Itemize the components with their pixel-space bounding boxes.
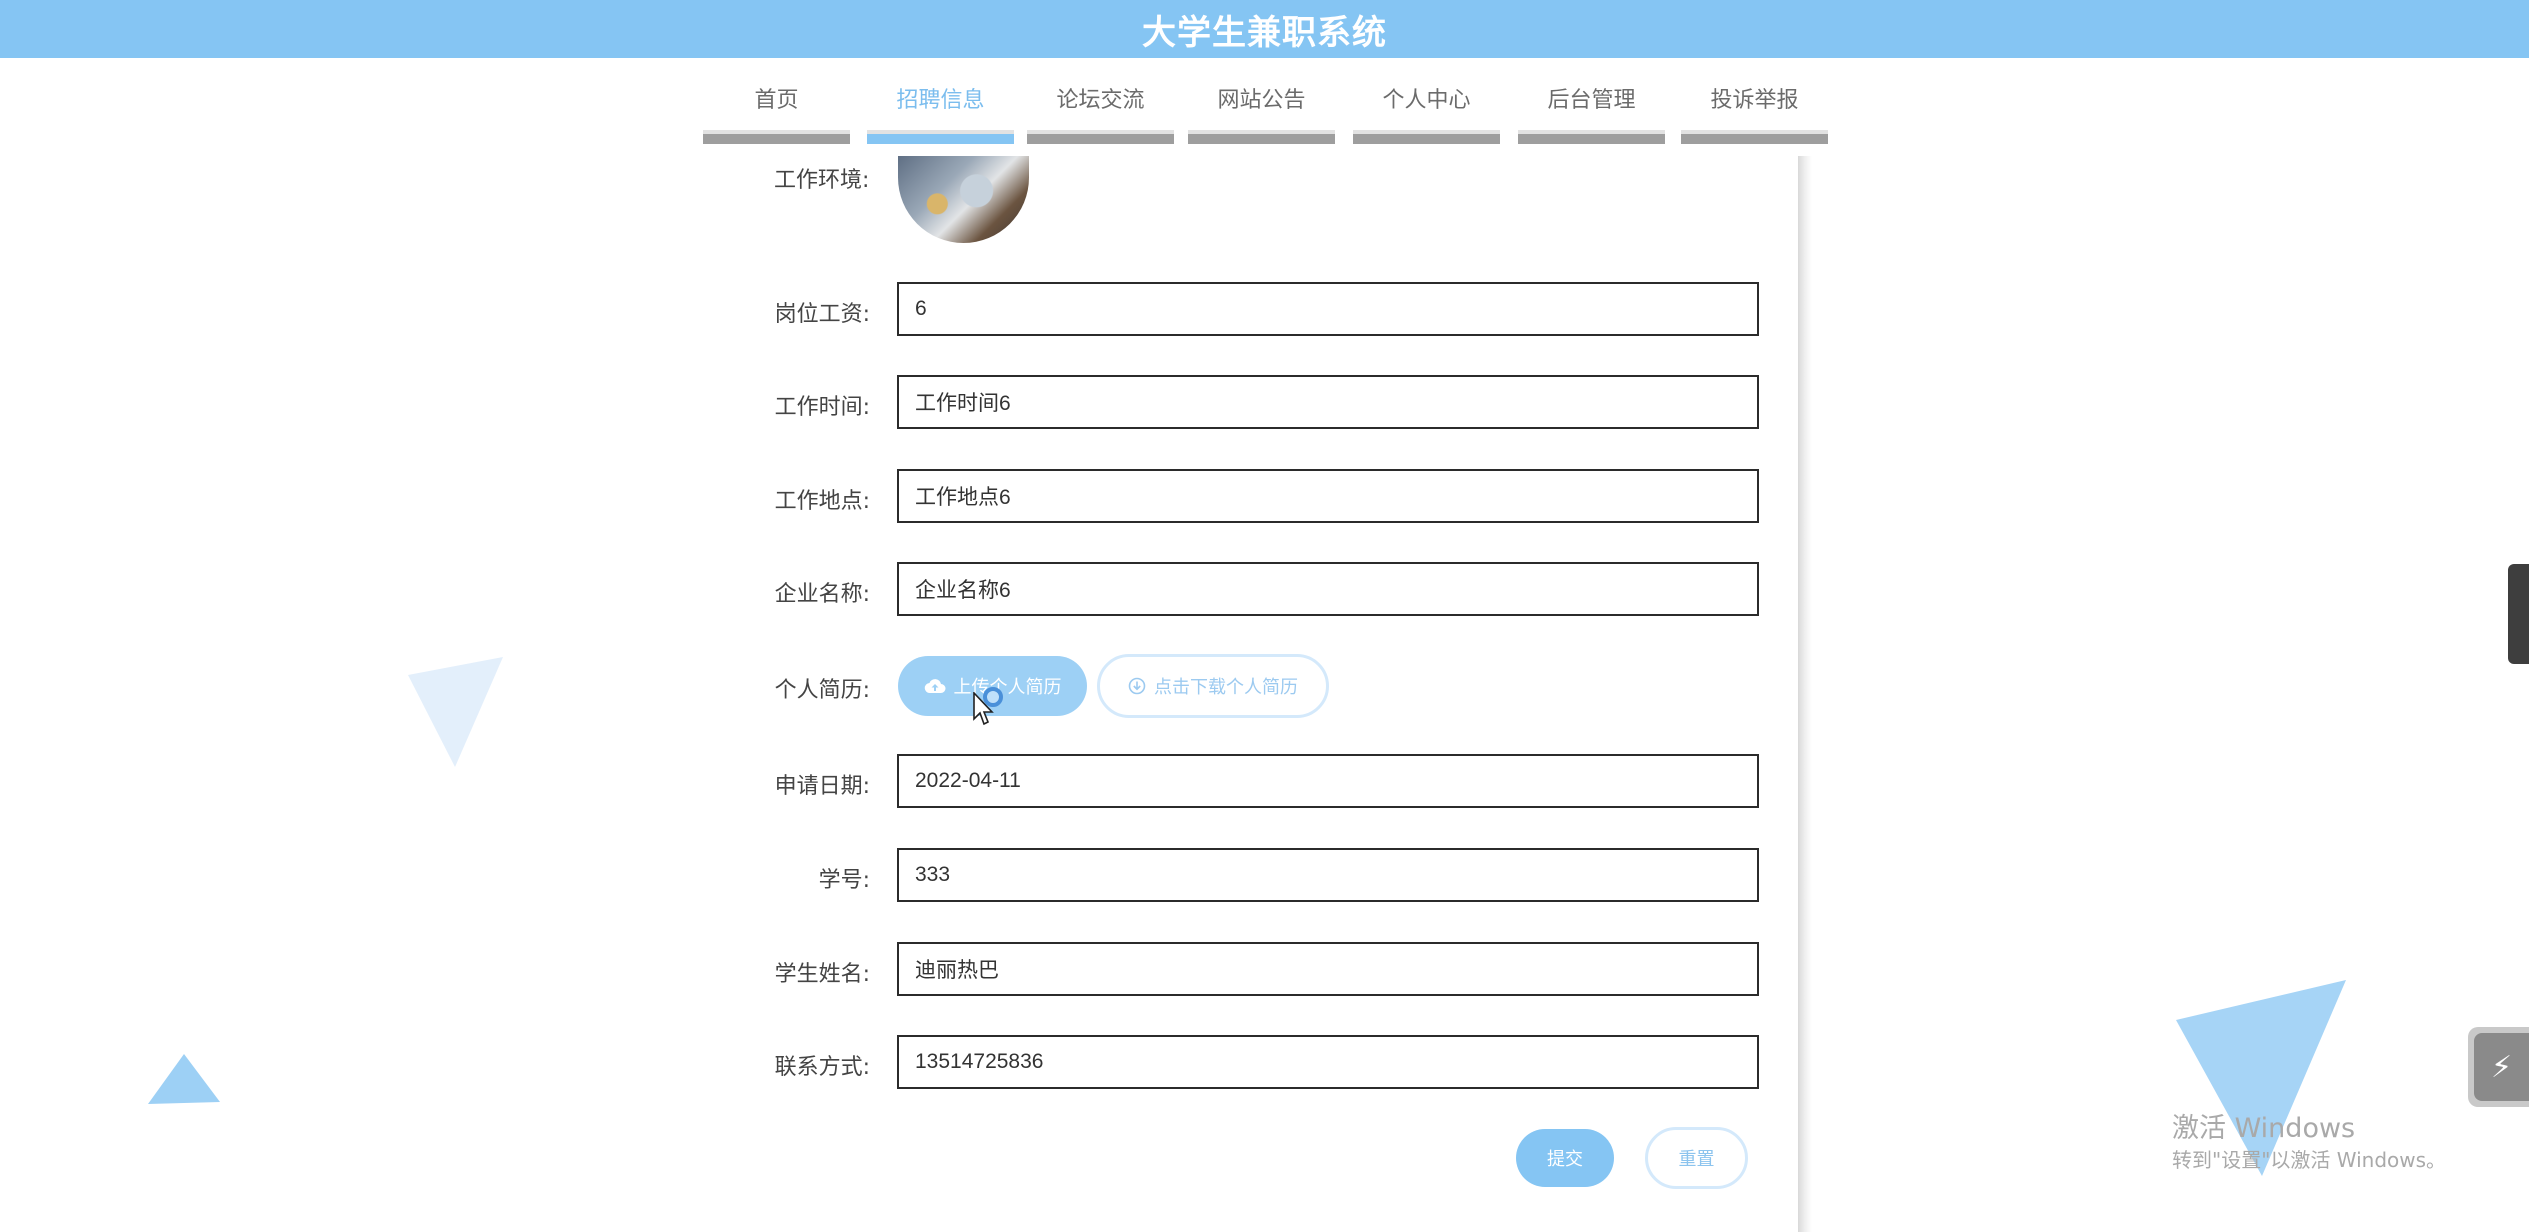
nav-underline bbox=[867, 130, 1014, 144]
nav-label: 个人中心 bbox=[1382, 88, 1471, 113]
nav-underline bbox=[1027, 130, 1174, 144]
form-row-student-name: 学生姓名: 迪丽热巴 bbox=[700, 942, 1760, 998]
nav-label: 网站公告 bbox=[1217, 88, 1306, 113]
upload-resume-label: 上传个人简历 bbox=[953, 677, 1062, 698]
nav-item-forum[interactable]: 论坛交流 bbox=[1027, 58, 1174, 144]
field-label: 申请日期: bbox=[774, 774, 870, 799]
download-resume-button[interactable]: 点击下载个人简历 bbox=[1097, 654, 1329, 718]
field-label: 工作时间: bbox=[774, 395, 870, 420]
panel-edge-shadow bbox=[1798, 156, 1812, 1232]
download-circle-icon bbox=[1128, 677, 1146, 695]
header-bar: 大学生兼职系统 bbox=[0, 0, 2529, 58]
nav-label: 招聘信息 bbox=[896, 88, 985, 113]
main-nav: 首页 招聘信息 论坛交流 网站公告 个人中心 后台管理 投诉举报 bbox=[0, 58, 2529, 144]
field-label: 个人简历: bbox=[774, 678, 870, 703]
floating-tool-widget[interactable]: ⚡ bbox=[2468, 1027, 2529, 1107]
form-row-work-time: 工作时间: 工作时间6 bbox=[700, 375, 1760, 431]
work-env-label: 工作环境: bbox=[774, 168, 870, 193]
field-label: 联系方式: bbox=[774, 1055, 870, 1080]
form-row-work-location: 工作地点: 工作地点6 bbox=[700, 469, 1760, 525]
field-label: 工作地点: bbox=[774, 489, 870, 514]
watermark-line1: 激活 Windows bbox=[2172, 1113, 2356, 1144]
company-name-input[interactable]: 企业名称6 bbox=[897, 562, 1759, 616]
field-label: 企业名称: bbox=[774, 582, 870, 607]
nav-item-announcements[interactable]: 网站公告 bbox=[1188, 58, 1335, 144]
contact-input[interactable]: 13514725836 bbox=[897, 1035, 1759, 1089]
nav-item-complaints[interactable]: 投诉举报 bbox=[1681, 58, 1828, 144]
nav-underline bbox=[1681, 130, 1828, 144]
nav-label: 投诉举报 bbox=[1710, 88, 1799, 113]
windows-activation-watermark: 激活 Windows 转到"设置"以激活 Windows。 bbox=[2172, 1112, 2446, 1174]
work-location-input[interactable]: 工作地点6 bbox=[897, 469, 1759, 523]
work-env-image[interactable] bbox=[898, 156, 1029, 243]
side-collapse-tab[interactable] bbox=[2508, 564, 2529, 664]
nav-item-admin[interactable]: 后台管理 bbox=[1518, 58, 1665, 144]
download-resume-label: 点击下载个人简历 bbox=[1154, 677, 1298, 698]
site-title: 大学生兼职系统 bbox=[1142, 12, 1387, 53]
lightning-icon: ⚡ bbox=[2474, 1033, 2529, 1101]
watermark-line2: 转到"设置"以激活 Windows。 bbox=[2172, 1148, 2447, 1172]
nav-underline bbox=[703, 130, 850, 144]
field-label: 岗位工资: bbox=[774, 302, 870, 327]
nav-label: 后台管理 bbox=[1547, 88, 1636, 113]
cloud-upload-icon bbox=[924, 679, 945, 694]
loading-spinner-icon bbox=[983, 687, 1003, 707]
salary-input[interactable]: 6 bbox=[897, 282, 1759, 336]
nav-label: 首页 bbox=[754, 88, 799, 113]
nav-item-recruitment[interactable]: 招聘信息 bbox=[867, 58, 1014, 144]
field-label: 学生姓名: bbox=[774, 962, 870, 987]
decor-triangle-small bbox=[148, 1054, 220, 1104]
apply-date-input[interactable]: 2022-04-11 bbox=[897, 754, 1759, 808]
nav-underline bbox=[1188, 130, 1335, 144]
form-row-student-id: 学号: 333 bbox=[700, 848, 1760, 904]
form-row-company: 企业名称: 企业名称6 bbox=[700, 562, 1760, 618]
form-row-salary: 岗位工资: 6 bbox=[700, 282, 1760, 338]
nav-label: 论坛交流 bbox=[1056, 88, 1145, 113]
nav-item-home[interactable]: 首页 bbox=[703, 58, 850, 144]
reset-button[interactable]: 重置 bbox=[1645, 1127, 1748, 1189]
form-row-apply-date: 申请日期: 2022-04-11 bbox=[700, 754, 1760, 810]
student-name-input[interactable]: 迪丽热巴 bbox=[897, 942, 1759, 996]
nav-item-personal-center[interactable]: 个人中心 bbox=[1353, 58, 1500, 144]
submit-button[interactable]: 提交 bbox=[1516, 1129, 1614, 1187]
nav-underline bbox=[1518, 130, 1665, 144]
work-time-input[interactable]: 工作时间6 bbox=[897, 375, 1759, 429]
nav-underline bbox=[1353, 130, 1500, 144]
decor-triangle-left bbox=[408, 657, 503, 767]
student-id-input[interactable]: 333 bbox=[897, 848, 1759, 902]
form-row-contact: 联系方式: 13514725836 bbox=[700, 1035, 1760, 1091]
field-label: 学号: bbox=[818, 868, 870, 893]
